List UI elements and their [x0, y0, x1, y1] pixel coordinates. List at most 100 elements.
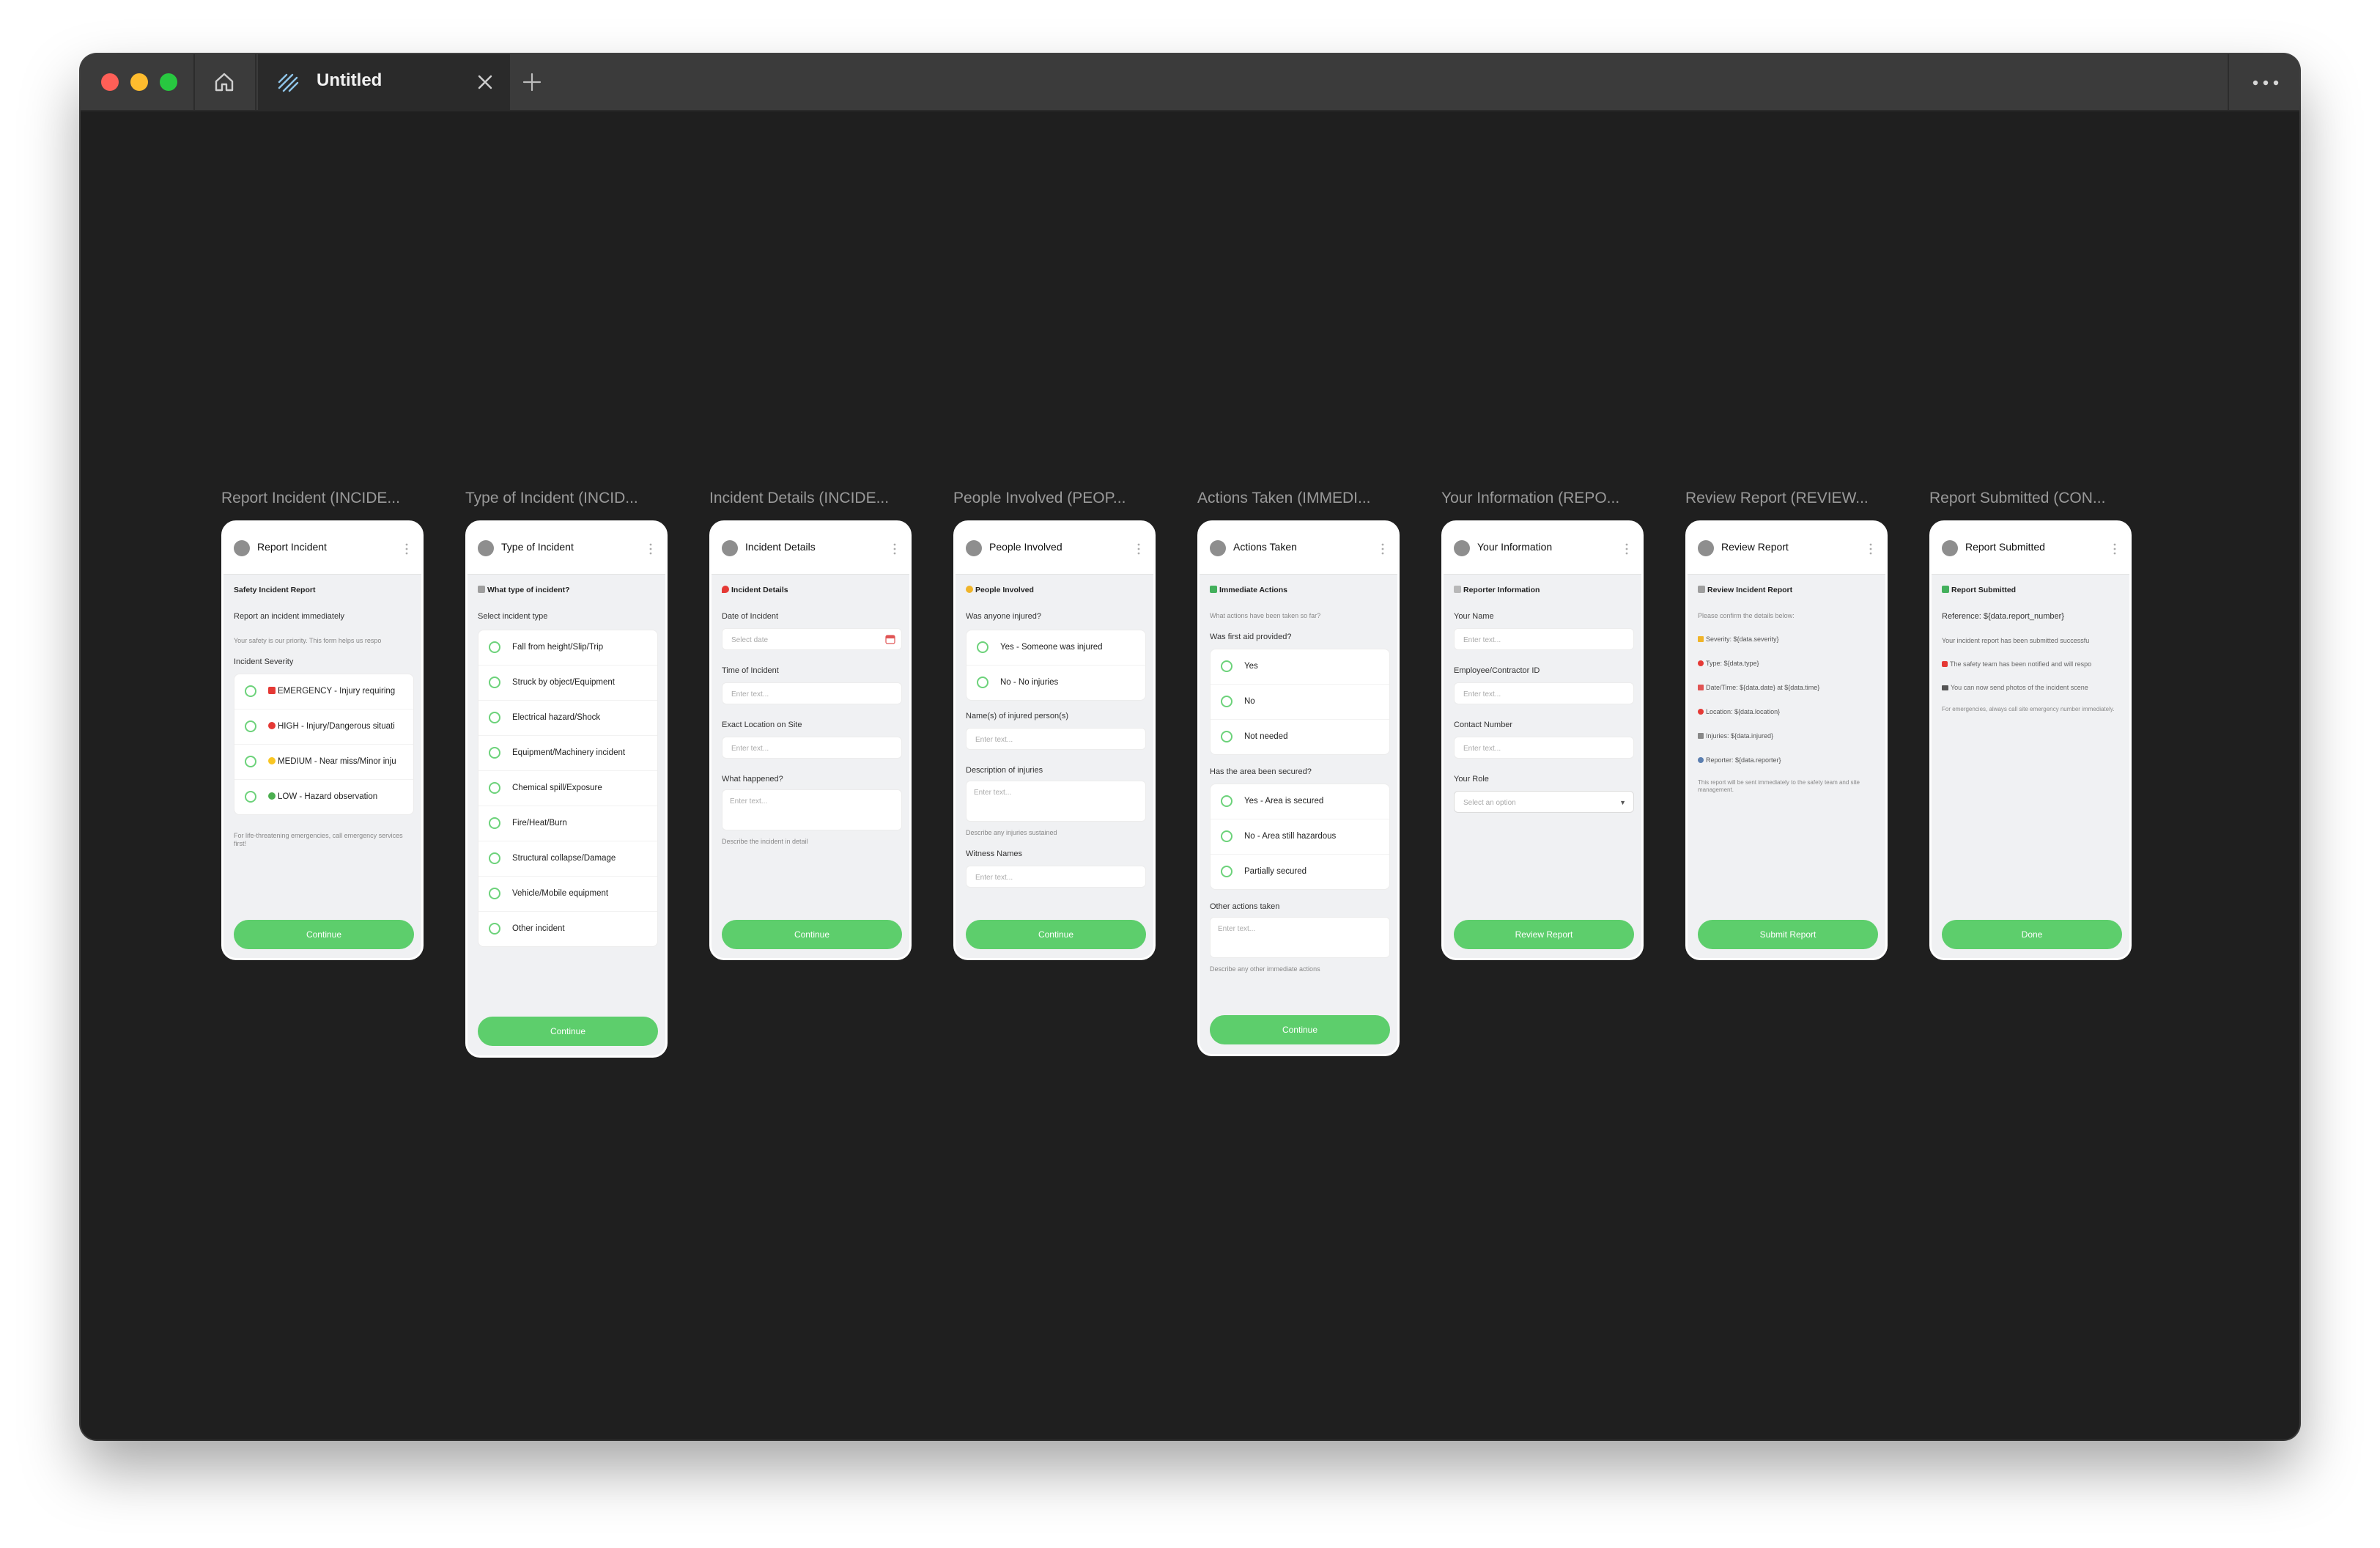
- screen-caption: Incident Details (INCIDE...: [709, 490, 890, 506]
- line-text: Date/Time: ${data.date} at ${data.time}: [1706, 684, 1820, 691]
- radio[interactable]: [489, 712, 500, 723]
- option-yes[interactable]: Yes: [1211, 649, 1389, 685]
- radio[interactable]: [489, 923, 500, 935]
- subtitle: Please confirm the details below:: [1698, 612, 1795, 619]
- list-item[interactable]: Structural collapse/Damage: [478, 841, 657, 877]
- field-label: Was anyone injured?: [966, 612, 1041, 621]
- note-text: This report will be sent immediately to …: [1698, 779, 1860, 793]
- tab-untitled[interactable]: Untitled: [258, 54, 510, 111]
- radio[interactable]: [489, 641, 500, 653]
- radio[interactable]: [977, 641, 988, 653]
- list-item[interactable]: Vehicle/Mobile equipment: [478, 877, 657, 912]
- list-item[interactable]: Chemical spill/Exposure: [478, 771, 657, 806]
- minimize-window-button[interactable]: [130, 73, 148, 91]
- radio[interactable]: [489, 782, 500, 794]
- review-line: Type: ${data.type}: [1698, 660, 1877, 668]
- list-item[interactable]: Fire/Heat/Burn: [478, 806, 657, 841]
- radio[interactable]: [489, 852, 500, 864]
- injury-description-field[interactable]: Enter text...: [966, 781, 1146, 822]
- person-icon: [1698, 757, 1704, 763]
- radio[interactable]: [1221, 731, 1232, 742]
- kebab-menu-icon[interactable]: [2113, 543, 2116, 555]
- option-no[interactable]: No - No injuries: [967, 666, 1145, 700]
- option-emergency[interactable]: EMERGENCY - Injury requiring: [234, 674, 413, 710]
- intro-text: Your safety is our priority. This form h…: [234, 637, 382, 644]
- option-secured[interactable]: Yes - Area is secured: [1211, 784, 1389, 819]
- radio[interactable]: [1221, 866, 1232, 877]
- done-button[interactable]: Done: [1942, 920, 2122, 949]
- radio[interactable]: [489, 677, 500, 688]
- more-horizontal-icon[interactable]: [2251, 79, 2280, 86]
- close-window-button[interactable]: [101, 73, 119, 91]
- avatar: [1210, 540, 1226, 556]
- continue-button[interactable]: Continue: [1210, 1015, 1390, 1044]
- radio[interactable]: [489, 817, 500, 829]
- continue-button[interactable]: Continue: [478, 1017, 658, 1046]
- list-item[interactable]: Other incident: [478, 912, 657, 946]
- list-item[interactable]: Struck by object/Equipment: [478, 666, 657, 701]
- what-happened-field[interactable]: Enter text...: [722, 789, 902, 830]
- radio[interactable]: [1221, 660, 1232, 672]
- radio[interactable]: [245, 720, 256, 732]
- role-select[interactable]: Select an option ▼: [1454, 791, 1634, 813]
- option-hazardous[interactable]: No - Area still hazardous: [1211, 819, 1389, 855]
- radio[interactable]: [489, 747, 500, 759]
- section-title: Reporter Information: [1454, 586, 1633, 594]
- injured-names-field[interactable]: Enter text...: [966, 728, 1146, 750]
- continue-button[interactable]: Continue: [722, 920, 902, 949]
- kebab-menu-icon[interactable]: [1869, 543, 1872, 555]
- list-item[interactable]: Fall from height/Slip/Trip: [478, 630, 657, 666]
- option-high[interactable]: HIGH - Injury/Dangerous situati: [234, 710, 413, 745]
- witness-names-field[interactable]: Enter text...: [966, 866, 1146, 888]
- hint-text: Describe any injuries sustained: [966, 829, 1057, 836]
- continue-button[interactable]: Continue: [966, 920, 1146, 949]
- employee-id-field[interactable]: Enter text...: [1454, 682, 1634, 704]
- location-field[interactable]: Enter text...: [722, 737, 902, 759]
- name-field[interactable]: Enter text...: [1454, 628, 1634, 650]
- kebab-menu-icon[interactable]: [405, 543, 408, 555]
- review-line: Severity: ${data.severity}: [1698, 635, 1877, 644]
- list-item[interactable]: Equipment/Machinery incident: [478, 736, 657, 771]
- radio[interactable]: [245, 791, 256, 803]
- phone-title: Type of Incident: [501, 541, 574, 553]
- continue-button[interactable]: Continue: [234, 920, 414, 949]
- contact-number-field[interactable]: Enter text...: [1454, 737, 1634, 759]
- kebab-menu-icon[interactable]: [1625, 543, 1628, 555]
- option-not-needed[interactable]: Not needed: [1211, 720, 1389, 754]
- avatar: [234, 540, 250, 556]
- kebab-menu-icon[interactable]: [1381, 543, 1384, 555]
- radio[interactable]: [489, 888, 500, 899]
- option-low[interactable]: LOW - Hazard observation: [234, 780, 413, 814]
- radio[interactable]: [1221, 830, 1232, 842]
- siren-icon: [1942, 661, 1948, 667]
- submit-report-button[interactable]: Submit Report: [1698, 920, 1878, 949]
- option-label: Fall from height/Slip/Trip: [512, 643, 604, 652]
- kebab-menu-icon[interactable]: [1137, 543, 1140, 555]
- radio[interactable]: [1221, 696, 1232, 707]
- screen-caption: Your Information (REPO...: [1441, 490, 1620, 506]
- time-field[interactable]: Enter text...: [722, 682, 902, 704]
- home-icon[interactable]: [210, 67, 239, 97]
- option-no[interactable]: No: [1211, 685, 1389, 720]
- radio[interactable]: [977, 677, 988, 688]
- option-yes[interactable]: Yes - Someone was injured: [967, 630, 1145, 666]
- date-field[interactable]: Select date: [722, 628, 902, 650]
- calendar-icon: [1698, 685, 1704, 690]
- option-partially[interactable]: Partially secured: [1211, 855, 1389, 889]
- radio[interactable]: [245, 756, 256, 767]
- maximize-window-button[interactable]: [160, 73, 177, 91]
- kebab-menu-icon[interactable]: [893, 543, 896, 555]
- plus-icon[interactable]: [520, 70, 544, 94]
- radio[interactable]: [1221, 795, 1232, 807]
- radio[interactable]: [245, 685, 256, 697]
- option-label: Chemical spill/Exposure: [512, 784, 602, 792]
- close-icon[interactable]: [475, 72, 495, 92]
- list-item[interactable]: Electrical hazard/Shock: [478, 701, 657, 736]
- kebab-menu-icon[interactable]: [649, 543, 652, 555]
- phone-title: Your Information: [1477, 541, 1553, 553]
- other-actions-field[interactable]: Enter text...: [1210, 917, 1390, 958]
- review-report-button[interactable]: Review Report: [1454, 920, 1634, 949]
- option-medium[interactable]: MEDIUM - Near miss/Minor inju: [234, 745, 413, 780]
- field-label: Witness Names: [966, 849, 1023, 858]
- phone-title: Report Submitted: [1965, 541, 2045, 553]
